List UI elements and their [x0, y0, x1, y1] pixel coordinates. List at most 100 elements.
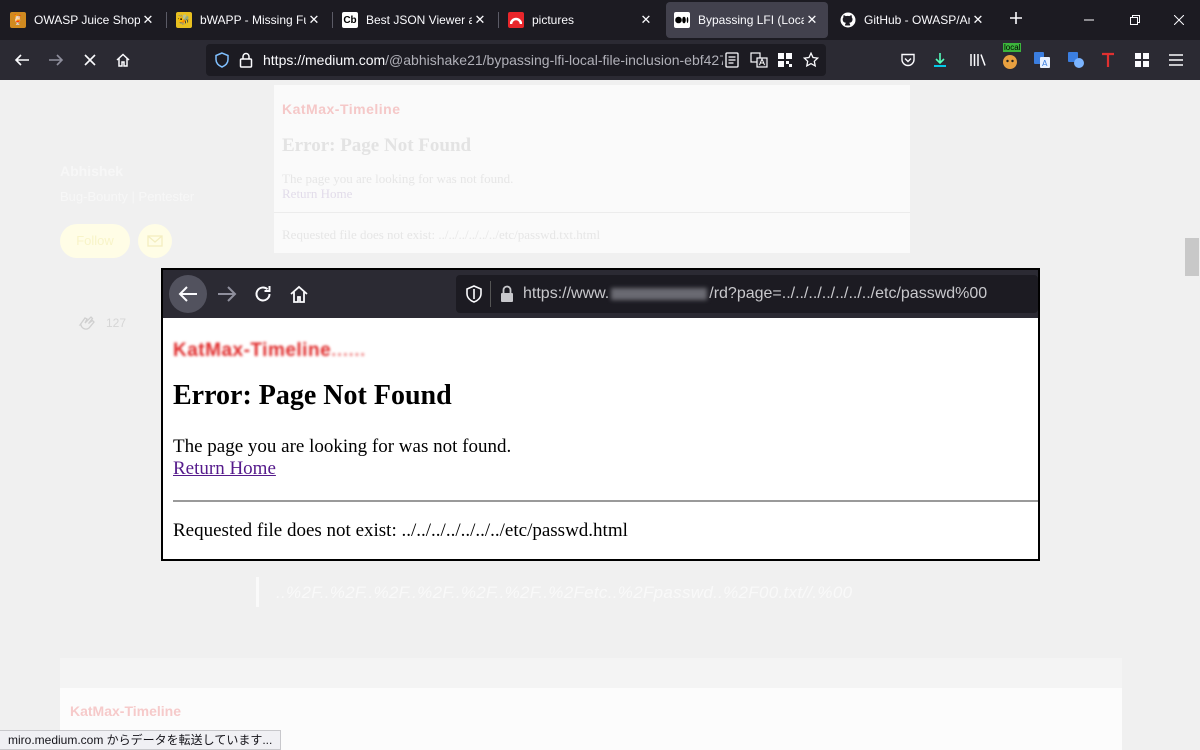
tab-bwapp[interactable]: 🐝 bWAPP - Missing Func ✕ [168, 2, 330, 38]
clap-icon[interactable] [74, 311, 98, 335]
tab-bar: 🍹 OWASP Juice Shop ✕ 🐝 bWAPP - Missing F… [0, 0, 1200, 40]
forward-arrow-icon [49, 54, 64, 66]
screenshot-address-bar: https://www. /rd?page=../../../../../../.… [456, 275, 1038, 313]
restore-button[interactable] [1112, 0, 1158, 40]
home-icon [116, 53, 130, 67]
tab-separator [332, 12, 333, 28]
screenshot-site-logo: KatMax-Timeline...... [173, 340, 366, 362]
screenshot-logo-text: KatMax-Timeline [173, 340, 332, 361]
library-icon[interactable] [966, 48, 990, 72]
url-host: https://medium.com [263, 52, 386, 68]
screenshot-home-icon [285, 280, 313, 308]
local-badge: local [1003, 43, 1022, 52]
faded-card-heading: Error: Page Not Found [282, 135, 472, 156]
screenshot-logo-tail: ...... [331, 340, 366, 361]
juice-shop-icon: 🍹 [10, 12, 26, 28]
faded-screenshot-card: KatMax-Timeline Error: Page Not Found Th… [274, 85, 910, 253]
tab-separator [498, 12, 499, 28]
scrollbar-thumb[interactable] [1185, 238, 1199, 276]
t-extension-icon[interactable] [1096, 48, 1120, 72]
tab-title: OWASP Juice Shop [34, 13, 140, 27]
forward-button[interactable] [42, 46, 70, 74]
tab-title: pictures [532, 13, 575, 27]
clap-count: 127 [106, 316, 127, 330]
faded-card-logo: KatMax-Timeline [282, 101, 401, 117]
screenshot-forward-icon [213, 280, 241, 308]
downloads-icon[interactable] [928, 48, 952, 72]
address-bar[interactable]: https://medium.com/@abhishake21/bypassin… [206, 44, 826, 76]
tab-juice-shop[interactable]: 🍹 OWASP Juice Shop ✕ [2, 2, 164, 38]
new-tab-button[interactable] [1004, 8, 1028, 32]
url-text[interactable]: https://medium.com/@abhishake21/bypassin… [263, 52, 723, 68]
author-bio: Bug-Bounty | Pentester [60, 189, 195, 204]
close-tab-icon[interactable]: ✕ [638, 12, 654, 28]
follow-button[interactable]: Follow [60, 224, 130, 258]
faded-browser-bar [60, 658, 1122, 688]
tab-bypassing-lfi[interactable]: Bypassing LFI (Local Fi ✕ [666, 2, 828, 38]
screenshot-lock-icon [500, 285, 514, 308]
extensions-puzzle-icon[interactable] [1130, 48, 1154, 72]
tab-title: GitHub - OWASP/Ama [864, 13, 970, 27]
close-tab-icon[interactable]: ✕ [970, 12, 986, 28]
screenshot-shield-icon [465, 285, 483, 308]
tab-github[interactable]: GitHub - OWASP/Ama ✕ [832, 2, 994, 38]
screenshot-url-prefix: https://www. [523, 285, 610, 302]
tab-json-viewer[interactable]: Cb Best JSON Viewer and ✕ [334, 2, 496, 38]
tab-title: Best JSON Viewer and [366, 13, 472, 27]
navigation-toolbar: https://medium.com/@abhishake21/bypassin… [0, 40, 1200, 80]
screenshot-url-text: https://www. /rd?page=../../../../../../.… [523, 285, 987, 303]
qr-code-icon[interactable] [773, 48, 797, 72]
stop-button[interactable] [76, 46, 104, 74]
url-path: /@abhishake21/bypassing-lfi-local-file-i… [385, 52, 723, 68]
screenshot-divider [173, 500, 1038, 502]
screenshot-url-suffix: /rd?page=../../../../../../../etc/passwd… [709, 285, 988, 302]
screenshot-requested-file: Requested file does not exist: ../../../… [173, 520, 628, 541]
restore-icon [1130, 15, 1140, 25]
screenshot-error-heading: Error: Page Not Found [173, 380, 452, 411]
faded-card-link: Return Home [282, 186, 353, 201]
status-bar: miro.medium.com からデータを転送しています... [0, 730, 282, 750]
subscribe-mail-button[interactable] [138, 224, 172, 258]
close-tab-icon[interactable]: ✕ [472, 12, 488, 28]
quote-bar [256, 577, 259, 607]
pocket-icon[interactable] [896, 48, 920, 72]
close-tab-icon[interactable]: ✕ [140, 12, 156, 28]
faded-card-requested: Requested file does not exist: ../../../… [282, 227, 601, 242]
translate-icon[interactable] [747, 48, 771, 72]
faded-card-message: The page you are looking for was not fou… [282, 171, 514, 186]
mail-icon [147, 235, 163, 247]
zoomed-screenshot-image[interactable]: https://www. /rd?page=../../../../../../.… [161, 268, 1040, 561]
screenshot-url-separator [490, 281, 491, 307]
screenshot-error-message: The page you are looking for was not fou… [173, 436, 512, 457]
menu-hamburger-icon[interactable] [1164, 48, 1188, 72]
minimize-button[interactable] [1066, 0, 1112, 40]
page-scrollbar[interactable] [1184, 80, 1200, 750]
tracking-protection-shield-icon[interactable] [210, 48, 234, 72]
dictionary-extension-icon[interactable] [1064, 48, 1088, 72]
reader-view-icon[interactable] [720, 48, 744, 72]
tab-title: Bypassing LFI (Local Fi [698, 13, 804, 27]
home-button[interactable] [109, 46, 137, 74]
bookmark-star-icon[interactable] [799, 48, 823, 72]
translator-extension-icon[interactable]: A [1030, 48, 1054, 72]
redacted-domain [611, 287, 708, 300]
faded-card-divider [274, 212, 910, 213]
close-tab-icon[interactable]: ✕ [804, 12, 820, 28]
github-icon [840, 12, 856, 28]
screenshot-reload-icon [249, 280, 277, 308]
back-button[interactable] [8, 46, 36, 74]
back-arrow-icon [14, 54, 29, 66]
medium-icon [674, 12, 690, 28]
cb-icon: Cb [342, 12, 358, 28]
screenshot-return-home-link: Return Home [173, 458, 276, 479]
tab-pictures[interactable]: pictures ✕ [500, 2, 662, 38]
close-tab-icon[interactable]: ✕ [306, 12, 322, 28]
stop-icon [84, 54, 96, 66]
svg-text:A: A [1042, 59, 1048, 68]
local-extension-icon[interactable]: local [998, 43, 1022, 72]
close-window-button[interactable] [1156, 0, 1200, 40]
close-icon [1174, 15, 1184, 25]
payload-quote: ..%2F..%2F..%2F..%2F..%2F..%2F..%2Fetc..… [276, 583, 853, 602]
author-name[interactable]: Abhishek [60, 163, 123, 179]
lock-icon[interactable] [234, 48, 258, 72]
